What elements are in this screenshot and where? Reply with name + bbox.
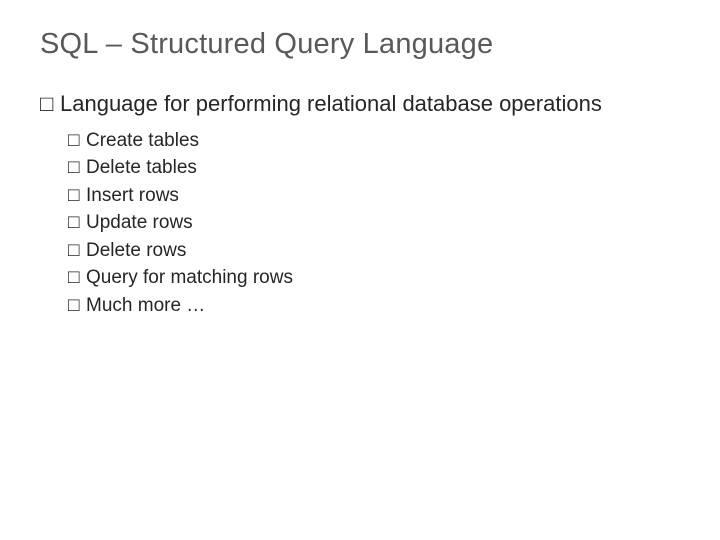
bullet-text: Create tables (86, 130, 199, 151)
bullet-level2: Much more … (68, 292, 680, 320)
bullet-level2: Delete rows (68, 237, 680, 265)
bullet-level2: Create tables (68, 127, 680, 155)
bullet-text: Delete tables (86, 157, 197, 178)
square-bullet-icon (68, 292, 86, 320)
sub-bullet-list: Create tables Delete tables Insert rows … (68, 127, 680, 320)
bullet-text: Much more … (86, 295, 205, 316)
square-bullet-icon (68, 127, 86, 155)
slide-title: SQL – Structured Query Language (40, 28, 680, 61)
square-bullet-icon (40, 89, 60, 119)
bullet-level2: Delete tables (68, 154, 680, 182)
slide: SQL – Structured Query Language Language… (0, 0, 720, 540)
bullet-text: Delete rows (86, 240, 186, 261)
bullet-text: Update rows (86, 212, 193, 233)
bullet-level2: Query for matching rows (68, 264, 680, 292)
bullet-text: Language for performing relational datab… (60, 91, 602, 116)
bullet-text: Insert rows (86, 185, 179, 206)
square-bullet-icon (68, 264, 86, 292)
square-bullet-icon (68, 209, 86, 237)
bullet-level2: Insert rows (68, 182, 680, 210)
square-bullet-icon (68, 237, 86, 265)
bullet-level2: Update rows (68, 209, 680, 237)
square-bullet-icon (68, 154, 86, 182)
bullet-level1: Language for performing relational datab… (40, 89, 680, 119)
bullet-text: Query for matching rows (86, 267, 293, 288)
square-bullet-icon (68, 182, 86, 210)
